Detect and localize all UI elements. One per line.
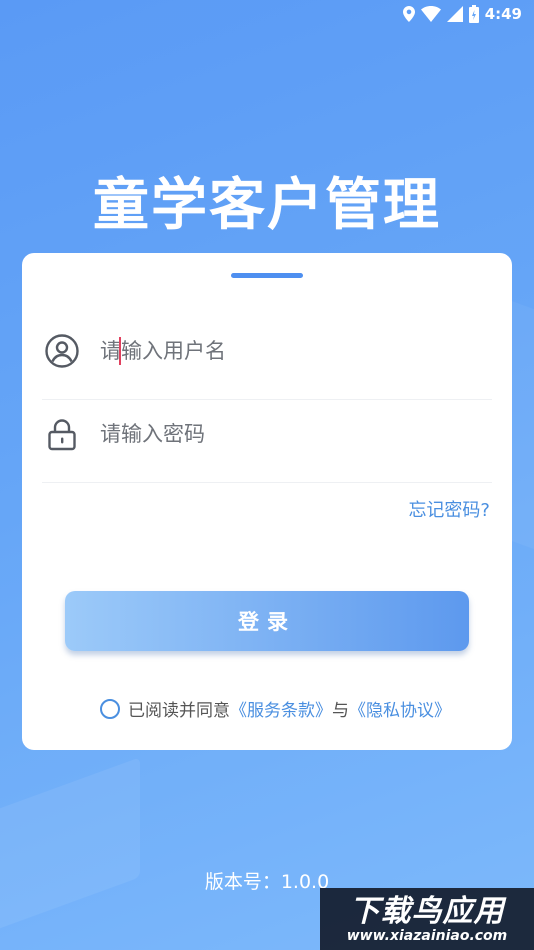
login-card: 忘记密码? 登录 已阅读并同意 《服务条款》 与 《隐私协议》 [22, 253, 512, 750]
location-icon [402, 6, 415, 22]
text-cursor [119, 337, 121, 365]
status-bar: 4:49 [0, 0, 534, 28]
watermark-logo: 下载鸟应用 www.xiazainiao.com [320, 888, 534, 950]
password-input[interactable] [100, 422, 440, 446]
username-input[interactable] [100, 339, 440, 363]
agreement-row: 已阅读并同意 《服务条款》 与 《隐私协议》 [100, 696, 451, 721]
privacy-link[interactable]: 《隐私协议》 [349, 696, 451, 721]
battery-icon [468, 5, 479, 23]
background-decoration [0, 757, 140, 943]
user-icon [45, 334, 79, 368]
card-accent-bar [231, 273, 303, 278]
watermark-title: 下载鸟应用 [349, 893, 505, 929]
terms-link[interactable]: 《服务条款》 [230, 696, 332, 721]
agreement-checkbox[interactable] [100, 698, 120, 719]
app-title: 童学客户管理 [93, 173, 441, 238]
status-time: 4:49 [484, 5, 522, 23]
password-field[interactable] [42, 386, 492, 483]
signal-icon [446, 6, 463, 22]
watermark-url: www.xiazainiao.com [346, 927, 508, 944]
agreement-conjunction: 与 [332, 701, 349, 721]
lock-icon [48, 419, 76, 451]
forgot-password-link[interactable]: 忘记密码? [408, 496, 490, 522]
login-button[interactable]: 登录 [65, 591, 469, 651]
wifi-icon [420, 6, 441, 22]
agreement-prefix: 已阅读并同意 [128, 701, 230, 721]
